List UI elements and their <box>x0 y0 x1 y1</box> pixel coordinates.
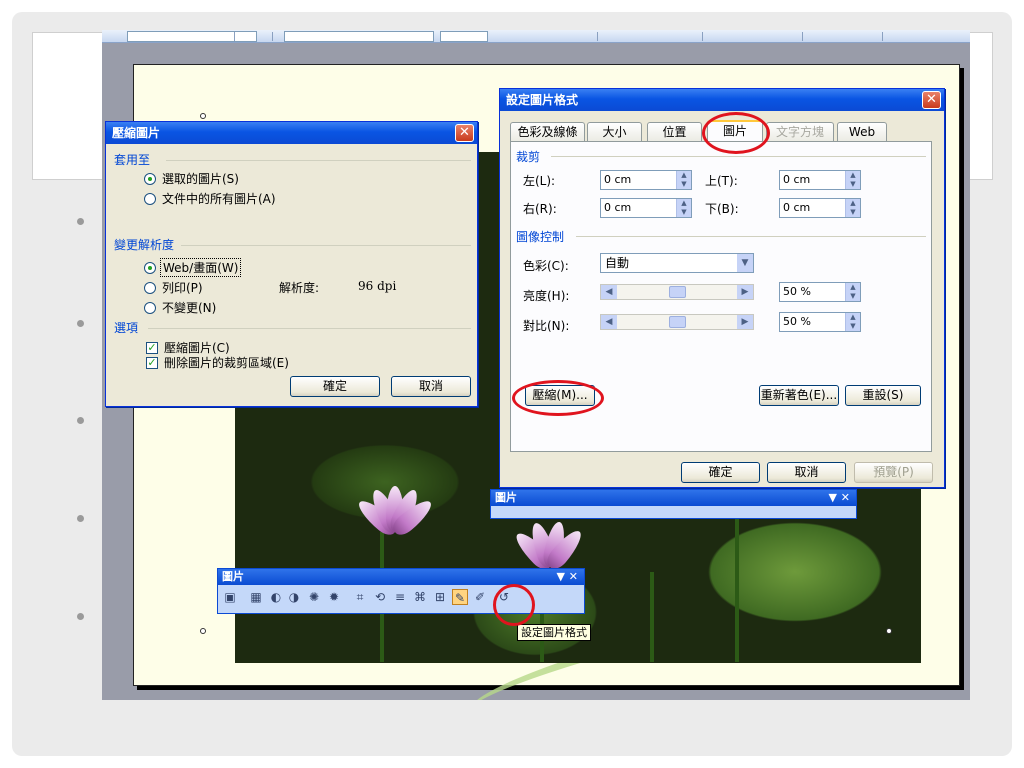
resolution-web-radio[interactable] <box>144 262 156 274</box>
format-picture-icon[interactable]: ✎ <box>452 589 468 605</box>
preview-button[interactable]: 預覽(P) <box>854 462 933 483</box>
highlight-ring <box>702 112 770 154</box>
crop-top-input[interactable]: 0 cm ▲ ▼ <box>779 170 861 190</box>
reset-button[interactable]: 重設(S) <box>845 385 921 406</box>
close-icon[interactable]: ✕ <box>922 91 941 109</box>
crop-bottom-label: 下(B): <box>705 202 739 216</box>
bullet-2 <box>77 320 84 327</box>
resolution-nochange-radio[interactable] <box>144 302 156 314</box>
recolor-button[interactable]: 重新著色(E)... <box>759 385 839 406</box>
crop-top-label: 上(T): <box>705 174 738 188</box>
toolbar-controls-icon[interactable]: ▼ ✕ <box>556 569 578 585</box>
set-transparent-icon[interactable]: ✐ <box>472 589 488 605</box>
style-combo[interactable] <box>284 31 434 42</box>
arrow-left-icon[interactable]: ◀ <box>601 315 617 329</box>
resolution-label: 變更解析度 <box>114 238 175 252</box>
slider-thumb[interactable] <box>669 316 686 328</box>
picture-toolbar-top: 圖片 ▼ ✕ <box>490 489 857 519</box>
delete-crop-checkbox[interactable]: ✓ <box>146 357 158 369</box>
arrow-right-icon[interactable]: ▶ <box>737 315 753 329</box>
color-icon[interactable]: ▦ <box>248 589 264 605</box>
crop-right-label: 右(R): <box>523 202 557 216</box>
toolbar-controls-icon[interactable]: ▼ ✕ <box>828 490 850 506</box>
font-combo[interactable] <box>440 31 488 42</box>
arrow-left-icon[interactable]: ◀ <box>601 285 617 299</box>
toolbar-title: 圖片 ▼ ✕ <box>218 569 584 585</box>
crop-right-input[interactable]: 0 cm ▲ ▼ <box>600 198 692 218</box>
ok-button[interactable]: 確定 <box>290 376 380 397</box>
text-wrapping-icon[interactable]: ⊞ <box>432 589 448 605</box>
more-contrast-icon[interactable]: ◐ <box>268 589 284 605</box>
compress-pictures-icon[interactable]: ⌘ <box>412 589 428 605</box>
crop-icon[interactable]: ⌗ <box>352 589 368 605</box>
lotus-flower <box>353 472 437 539</box>
arrow-right-icon[interactable]: ▶ <box>737 285 753 299</box>
compress-checkbox[interactable]: ✓ <box>146 342 158 354</box>
apply-selected-label: 選取的圖片(S) <box>162 172 239 186</box>
selection-handle[interactable] <box>886 628 892 634</box>
bullet-5 <box>77 613 84 620</box>
slider-thumb[interactable] <box>669 286 686 298</box>
resolution-print-radio[interactable] <box>144 282 156 294</box>
apply-to-label: 套用至 <box>114 153 151 167</box>
selection-handle[interactable] <box>200 113 206 119</box>
compress-pictures-dialog: 壓縮圖片 ✕ 套用至 選取的圖片(S) 文件中的所有圖片(A) 變更解析度 We… <box>105 121 478 407</box>
line-style-icon[interactable]: ≡ <box>392 589 408 605</box>
bullet-3 <box>77 417 84 424</box>
crop-label: 裁剪 <box>516 150 541 164</box>
tooltip: 設定圖片格式 <box>517 624 591 641</box>
lotus-flower <box>511 512 587 574</box>
contrast-slider[interactable]: ◀ ▶ <box>600 314 754 330</box>
apply-all-label: 文件中的所有圖片(A) <box>162 192 276 206</box>
less-contrast-icon[interactable]: ◑ <box>286 589 302 605</box>
highlight-ring <box>493 584 535 626</box>
color-label: 色彩(C): <box>523 259 569 273</box>
contrast-input[interactable]: 50 % ▲ ▼ <box>779 312 861 332</box>
crop-left-label: 左(L): <box>523 174 556 188</box>
brightness-input[interactable]: 50 % ▲ ▼ <box>779 282 861 302</box>
image-control-label: 圖像控制 <box>516 230 565 244</box>
more-brightness-icon[interactable]: ✺ <box>306 589 322 605</box>
brightness-label: 亮度(H): <box>523 289 570 303</box>
close-icon[interactable]: ✕ <box>455 124 474 142</box>
tab-web[interactable]: Web <box>837 122 887 142</box>
cancel-button[interactable]: 取消 <box>767 462 846 483</box>
crop-bottom-input[interactable]: 0 cm ▲ ▼ <box>779 198 861 218</box>
resolution-nochange-label: 不變更(N) <box>162 301 217 315</box>
resolution-value: 96 dpi <box>358 279 397 293</box>
dialog-title: 壓縮圖片 ✕ <box>106 122 477 144</box>
tab-text-box[interactable]: 文字方塊 <box>766 122 834 142</box>
tab-colors-lines[interactable]: 色彩及線條 <box>510 122 585 142</box>
apply-all-radio[interactable] <box>144 193 156 205</box>
highlight-ring <box>512 380 604 416</box>
crop-left-input[interactable]: 0 cm ▲ ▼ <box>600 170 692 190</box>
dialog-title: 設定圖片格式 ✕ <box>500 89 944 111</box>
zoom-combo[interactable] <box>127 31 257 42</box>
resolution-web-label: Web/畫面(W) <box>160 258 242 277</box>
formatting-toolbar <box>102 30 970 43</box>
tab-size[interactable]: 大小 <box>587 122 642 142</box>
contrast-label: 對比(N): <box>523 319 570 333</box>
selection-handle[interactable] <box>200 628 206 634</box>
chevron-down-icon: ▼ <box>737 254 753 272</box>
cancel-button[interactable]: 取消 <box>391 376 471 397</box>
brightness-slider[interactable]: ◀ ▶ <box>600 284 754 300</box>
less-brightness-icon[interactable]: ✹ <box>326 589 342 605</box>
toolbar-title: 圖片 ▼ ✕ <box>491 490 856 506</box>
insert-picture-icon[interactable]: ▣ <box>222 589 238 605</box>
color-select[interactable]: 自動 ▼ <box>600 253 754 273</box>
bullet-4 <box>77 515 84 522</box>
apply-selected-radio[interactable] <box>144 173 156 185</box>
resolution-value-label: 解析度: <box>279 281 320 295</box>
ok-button[interactable]: 確定 <box>681 462 760 483</box>
resolution-print-label: 列印(P) <box>162 281 203 295</box>
options-label: 選項 <box>114 321 139 335</box>
rotate-icon[interactable]: ⟲ <box>372 589 388 605</box>
delete-crop-checkbox-label: 刪除圖片的裁剪區域(E) <box>164 356 289 370</box>
bullet-1 <box>77 218 84 225</box>
tab-position[interactable]: 位置 <box>647 122 702 142</box>
